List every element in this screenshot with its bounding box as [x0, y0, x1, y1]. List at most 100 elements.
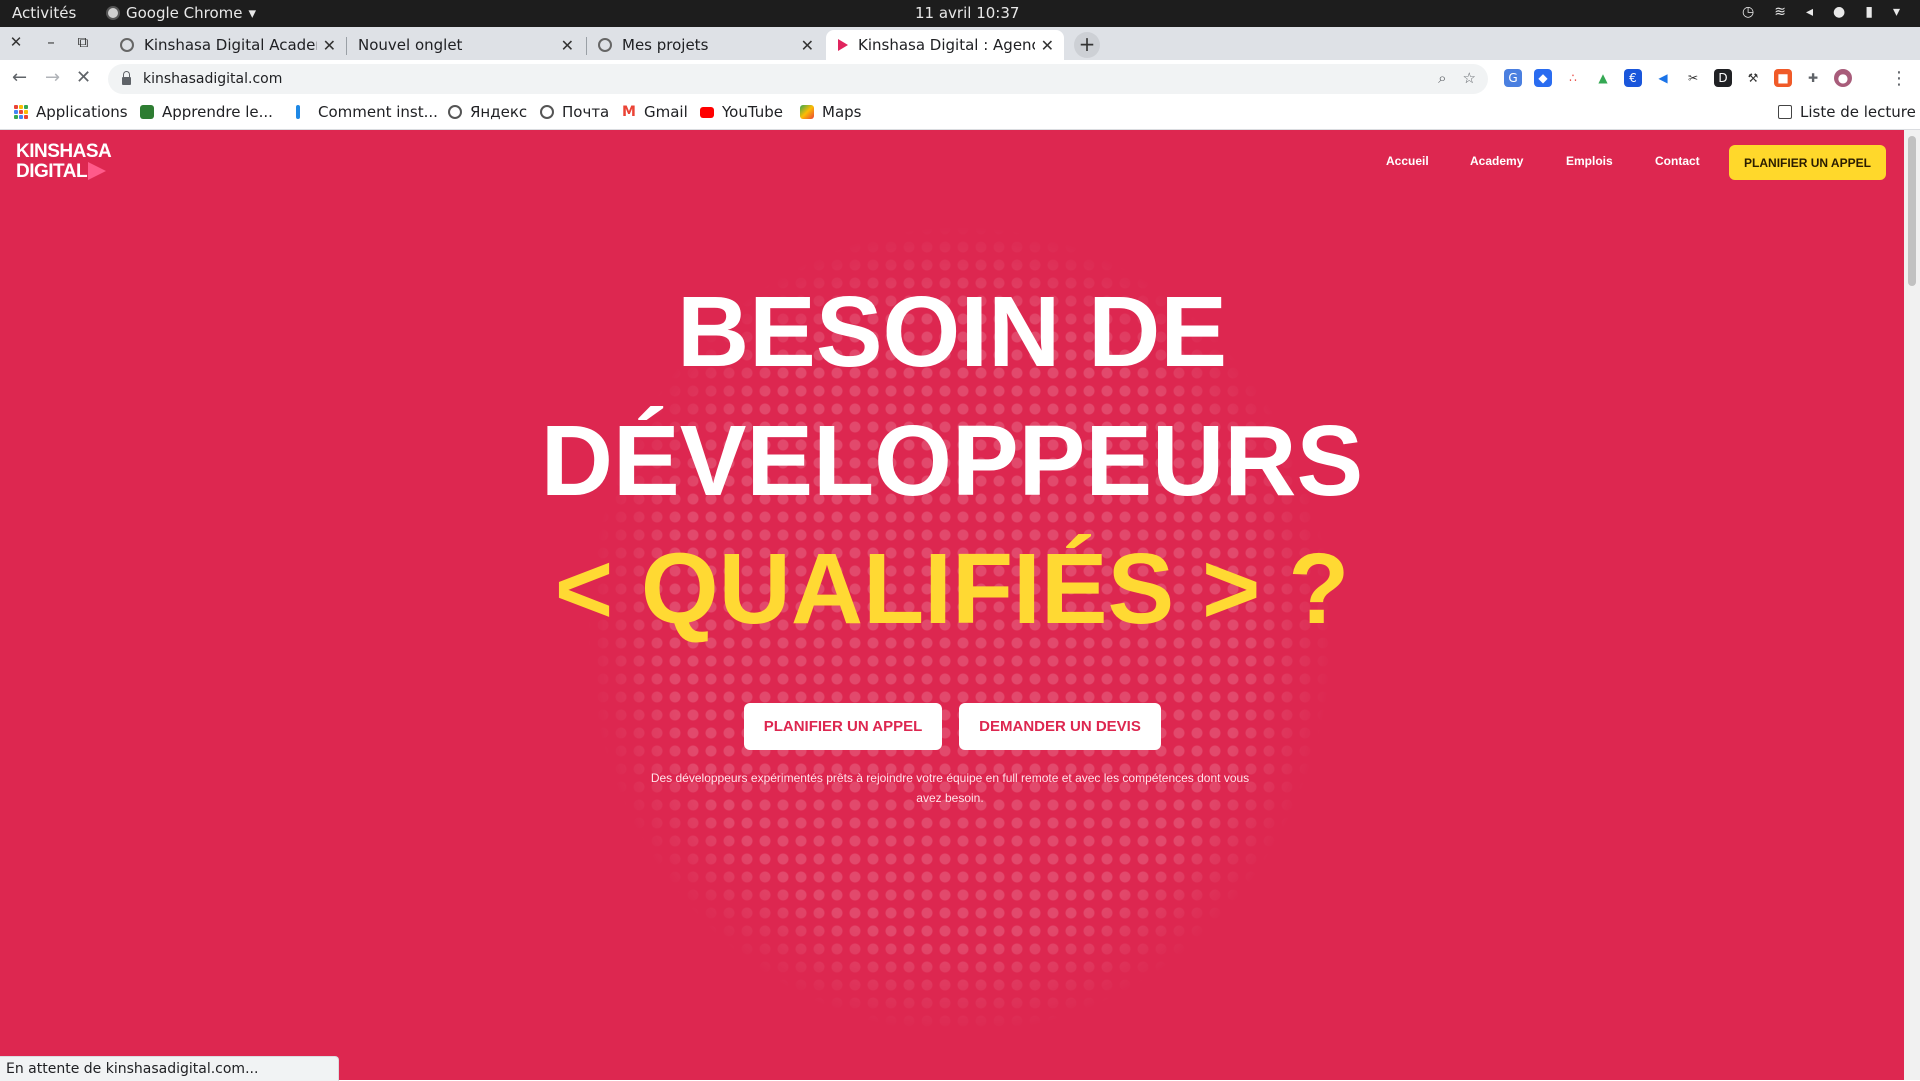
shield-extension-icon[interactable]: ◆ — [1534, 69, 1552, 87]
globe-icon — [598, 38, 612, 52]
new-tab-button[interactable]: + — [1074, 32, 1100, 58]
asana-extension-icon[interactable]: ∴ — [1564, 69, 1582, 87]
globe-icon — [540, 105, 554, 119]
bookmark-label: YouTube — [722, 103, 783, 121]
request-quote-button[interactable]: DEMANDER UN DEVIS — [959, 703, 1161, 750]
tab-strip: ✕ – ⧉ Kinshasa Digital Academy ✕ Nouvel … — [0, 27, 1920, 60]
bookmark-item[interactable]: Почта — [540, 103, 609, 121]
drive-extension-icon[interactable]: ▲ — [1594, 69, 1612, 87]
url-text[interactable]: kinshasadigital.com — [143, 71, 282, 87]
timer-icon: ◷ — [1742, 4, 1755, 20]
bookmark-item[interactable]: Maps — [800, 103, 861, 121]
volume-icon: ◂ — [1806, 4, 1814, 20]
nav-emplois[interactable]: Emplois — [1566, 154, 1613, 168]
apps-grid-icon — [14, 105, 28, 119]
youtube-icon — [700, 106, 714, 118]
close-window-icon[interactable]: ✕ — [6, 33, 26, 51]
activities-button[interactable]: Activités — [12, 4, 76, 22]
bookmark-item[interactable]: Яндекс — [448, 103, 527, 121]
bookmark-label: Яндекс — [470, 103, 528, 121]
nav-accueil[interactable]: Accueil — [1386, 154, 1429, 168]
reading-list-label: Liste de lecture — [1800, 103, 1916, 121]
bookmark-label: Comment inst... — [318, 103, 438, 121]
hero-title-line-1: BESOIN DE — [676, 276, 1228, 388]
tool-extension-icon[interactable]: ⚒ — [1744, 69, 1762, 87]
status-bubble: En attente de kinshasadigital.com... — [0, 1056, 340, 1081]
orange-extension-icon[interactable]: ■ — [1774, 69, 1792, 87]
profile-avatar[interactable]: ● — [1834, 69, 1852, 87]
mountain-icon — [140, 105, 154, 119]
pin-extension-icon[interactable]: ✂ — [1684, 69, 1702, 87]
translate-extension-icon[interactable]: G — [1504, 69, 1522, 87]
nav-academy[interactable]: Academy — [1470, 154, 1523, 168]
close-tab-icon[interactable]: ✕ — [801, 36, 814, 55]
bookmark-star-icon[interactable]: ☆ — [1463, 69, 1476, 87]
forward-arrow-icon[interactable]: → — [45, 67, 60, 88]
megaphone-extension-icon[interactable]: ◀ — [1654, 69, 1672, 87]
puzzle-icon[interactable]: ✚ — [1804, 69, 1822, 87]
bookmark-label: Почта — [562, 103, 610, 121]
website-page: KINSHASA DIGITAL Accueil Academy Emplois… — [0, 130, 1904, 1080]
tab-kinshasa-academy[interactable]: Kinshasa Digital Academy ✕ — [108, 30, 346, 60]
globe-icon — [120, 38, 134, 52]
hero-subtitle: Des développeurs expérimentés prêts à re… — [650, 771, 1250, 805]
nav-contact[interactable]: Contact — [1655, 154, 1700, 168]
tab-mes-projets[interactable]: Mes projets ✕ — [586, 30, 824, 60]
schedule-call-button-top[interactable]: PLANIFIER UN APPEL — [1729, 145, 1886, 180]
app-menu-label: Google Chrome — [126, 4, 243, 22]
app-menu[interactable]: Google Chrome ▾ — [106, 4, 256, 22]
back-arrow-icon[interactable]: ← — [12, 67, 27, 88]
arrow-icon — [296, 105, 300, 119]
euro-extension-icon[interactable]: € — [1624, 69, 1642, 87]
close-tab-icon[interactable]: ✕ — [561, 36, 574, 55]
bookmark-applications[interactable]: Applications — [14, 103, 128, 121]
page-scrollbar[interactable] — [1904, 130, 1920, 1080]
bookmark-item[interactable]: Comment inst... — [296, 103, 438, 121]
system-tray[interactable]: ◷ ≋ ◂ ● ▮ ▾ — [1742, 4, 1900, 20]
bookmarks-bar: Applications Apprendre le... Comment ins… — [0, 98, 1920, 130]
reading-list[interactable]: Liste de lecture — [1778, 103, 1916, 121]
power-menu-icon: ▾ — [1892, 4, 1900, 20]
bookmark-label: Applications — [36, 103, 128, 121]
zoom-icon[interactable]: ⌕ — [1438, 69, 1446, 87]
tab-new-tab[interactable]: Nouvel onglet ✕ — [346, 30, 584, 60]
bookmark-label: Gmail — [644, 103, 688, 121]
tab-kinshasa-digital[interactable]: Kinshasa Digital : Agence ✕ — [826, 30, 1064, 60]
tab-title: Kinshasa Digital Academy — [144, 36, 317, 54]
tab-title: Nouvel onglet — [358, 36, 463, 54]
badge-extension-icon[interactable]: D — [1714, 69, 1732, 87]
logo-line-1: KINSHASA — [16, 141, 112, 162]
bookmark-item[interactable]: Apprendre le... — [140, 103, 273, 121]
bookmark-label: Apprendre le... — [162, 103, 273, 121]
chrome-icon — [106, 6, 120, 20]
maps-icon — [800, 105, 814, 119]
close-tab-icon[interactable]: ✕ — [1041, 36, 1054, 55]
close-tab-icon[interactable]: ✕ — [323, 36, 336, 55]
reading-list-icon — [1778, 105, 1792, 119]
play-icon — [88, 162, 107, 180]
minimize-window-icon[interactable]: – — [41, 33, 61, 51]
scrollbar-thumb[interactable] — [1908, 136, 1916, 286]
caret-down-icon: ▾ — [248, 4, 257, 22]
os-top-bar: Activités Google Chrome ▾ 11 avril 10:37… — [0, 0, 1920, 27]
schedule-call-button[interactable]: PLANIFIER UN APPEL — [744, 703, 942, 750]
hero-title-line-2: DÉVELOPPEURS — [540, 405, 1364, 517]
address-bar[interactable]: kinshasadigital.com ⌕ ☆ — [108, 64, 1488, 94]
tab-title: Kinshasa Digital : Agence — [858, 36, 1035, 54]
hero-title-line-3: < QUALIFIÉS > ? — [554, 533, 1350, 645]
menu-kebab-icon[interactable]: ⋮ — [1890, 68, 1908, 89]
restore-window-icon[interactable]: ⧉ — [73, 33, 93, 51]
bookmark-item[interactable]: YouTube — [700, 103, 783, 121]
stop-loading-icon[interactable]: ✕ — [76, 67, 91, 88]
tab-title: Mes projets — [622, 36, 709, 54]
kinshasa-digital-favicon — [838, 39, 848, 51]
clock[interactable]: 11 avril 10:37 — [915, 4, 1019, 22]
bookmark-label: Maps — [822, 103, 862, 121]
extensions-row: G ◆ ∴ ▲ € ◀ ✂ D ⚒ ■ ✚ ● — [1504, 69, 1852, 87]
lock-icon[interactable] — [122, 71, 131, 85]
battery-icon: ▮ — [1865, 4, 1873, 20]
globe-icon — [448, 105, 462, 119]
site-logo[interactable]: KINSHASA DIGITAL — [16, 141, 112, 182]
bookmark-item[interactable]: M Gmail — [622, 103, 688, 121]
browser-toolbar: ← → ✕ kinshasadigital.com ⌕ ☆ G ◆ ∴ ▲ € … — [0, 60, 1920, 98]
